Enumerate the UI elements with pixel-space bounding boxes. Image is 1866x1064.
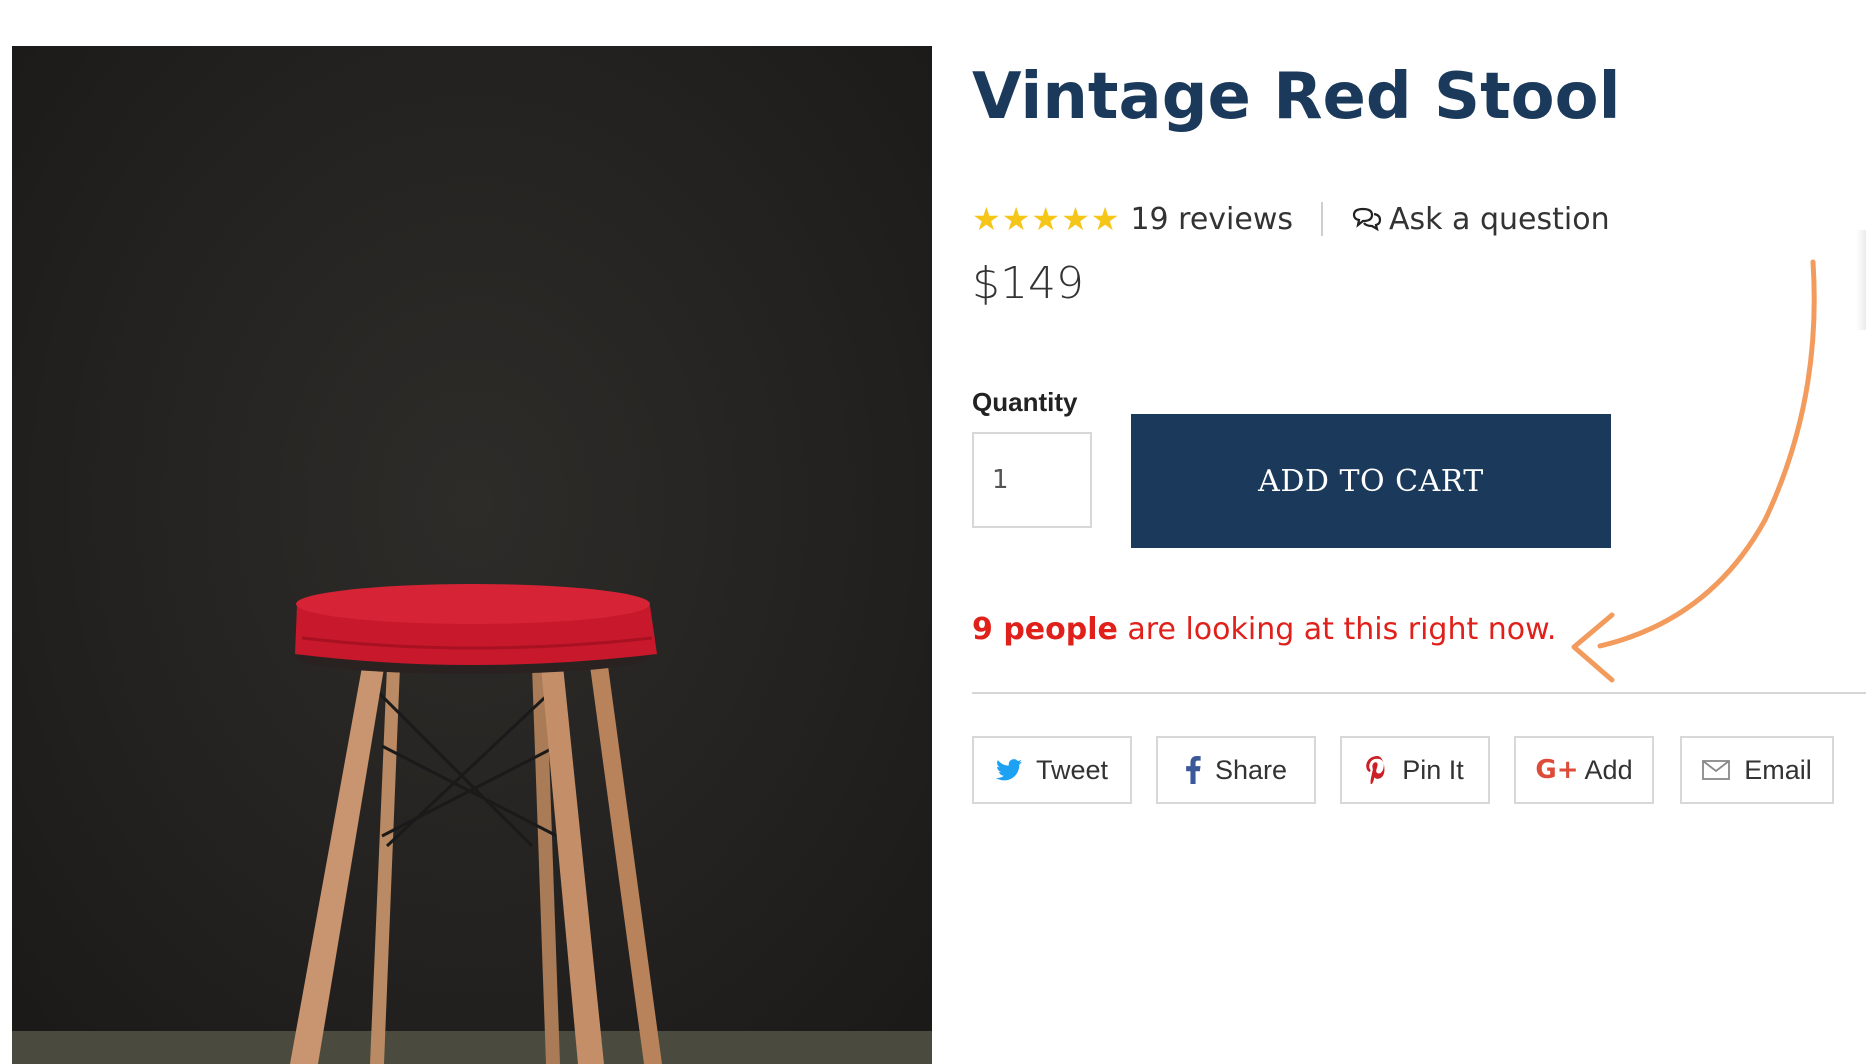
product-image[interactable] <box>12 46 932 1064</box>
product-price: $149 <box>972 258 1084 309</box>
email-label: Email <box>1744 754 1812 785</box>
viewers-notice: 9 people are looking at this right now. <box>972 612 1556 647</box>
facebook-share-label: Share <box>1214 754 1288 785</box>
add-to-cart-button[interactable]: ADD TO CART <box>1131 414 1611 548</box>
chat-bubbles-icon <box>1352 207 1382 232</box>
quantity-label: Quantity <box>972 387 1078 417</box>
tweet-button[interactable]: Tweet <box>972 736 1132 804</box>
ask-question-label: Ask a question <box>1389 201 1610 237</box>
viewers-count: 9 people <box>972 612 1118 647</box>
star-rating[interactable]: ★★★★★ <box>972 200 1120 238</box>
divider <box>1321 202 1323 236</box>
email-icon <box>1702 760 1731 780</box>
quantity-input[interactable] <box>972 432 1092 528</box>
rating-row: ★★★★★ 19 reviews Ask a question <box>972 196 1610 242</box>
viewers-text: are looking at this right now. <box>1117 612 1557 647</box>
pin-it-button[interactable]: Pin It <box>1340 736 1490 804</box>
twitter-icon <box>995 759 1022 781</box>
tweet-label: Tweet <box>1035 754 1109 785</box>
facebook-share-button[interactable]: Share <box>1156 736 1316 804</box>
facebook-icon <box>1185 756 1201 784</box>
stool-illustration <box>12 584 932 1064</box>
google-plus-label: Add <box>1584 754 1633 785</box>
pin-it-label: Pin It <box>1402 754 1464 785</box>
hand-drawn-arrow <box>1571 259 1817 683</box>
product-title: Vintage Red Stool <box>972 60 1621 134</box>
edge-shadow <box>1856 230 1866 330</box>
pinterest-icon <box>1366 756 1388 784</box>
google-plus-icon: G+ <box>1535 755 1579 785</box>
email-button[interactable]: Email <box>1680 736 1834 804</box>
section-divider <box>972 692 1866 694</box>
ask-question-link[interactable]: Ask a question <box>1351 202 1610 237</box>
reviews-link[interactable]: 19 reviews <box>1130 202 1293 237</box>
google-plus-button[interactable]: G+ Add <box>1514 736 1654 804</box>
